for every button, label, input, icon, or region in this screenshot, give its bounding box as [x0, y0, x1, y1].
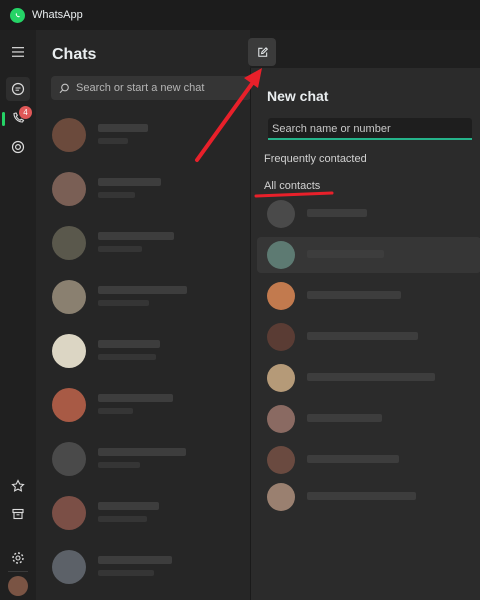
contact-avatar	[267, 241, 295, 269]
chat-name-redacted	[98, 394, 173, 402]
contact-name-redacted	[307, 291, 401, 299]
chat-list-item[interactable]	[36, 484, 250, 540]
chat-avatar	[52, 118, 86, 152]
chat-list-item[interactable]	[36, 214, 250, 270]
contact-name-redacted	[307, 209, 367, 217]
status-icon[interactable]	[6, 135, 30, 159]
contact-search-input[interactable]	[268, 118, 472, 140]
chat-search-placeholder: Search or start a new chat	[76, 82, 205, 94]
conversation-header-area	[290, 30, 480, 68]
chat-preview-redacted	[98, 408, 133, 414]
menu-icon[interactable]	[6, 40, 30, 64]
chat-name-redacted	[98, 232, 174, 240]
chat-preview-redacted	[98, 570, 154, 576]
chat-name-redacted	[98, 448, 186, 456]
contact-list-item[interactable]	[257, 401, 480, 437]
chat-list-item[interactable]	[36, 376, 250, 432]
contact-name-redacted	[307, 492, 416, 500]
chat-preview-redacted	[98, 354, 156, 360]
active-indicator	[2, 112, 5, 126]
contact-avatar	[267, 405, 295, 433]
title-bar: WhatsApp	[0, 0, 480, 30]
chats-title: Chats	[52, 46, 97, 63]
new-chat-button[interactable]	[248, 38, 276, 66]
chat-list-item[interactable]	[36, 430, 250, 486]
chat-preview-redacted	[98, 300, 149, 306]
contact-name-redacted	[307, 250, 384, 258]
chat-name-redacted	[98, 502, 159, 510]
rail-divider	[8, 571, 28, 572]
chat-list-item[interactable]	[36, 160, 250, 216]
contact-avatar	[267, 323, 295, 351]
contact-list-item[interactable]	[257, 442, 480, 478]
chat-avatar	[52, 280, 86, 314]
chat-list-item[interactable]	[36, 322, 250, 378]
app-title: WhatsApp	[32, 9, 83, 21]
contact-list-item[interactable]	[257, 237, 480, 273]
chats-icon[interactable]	[6, 77, 30, 101]
whatsapp-logo-icon	[10, 8, 25, 23]
chat-name-redacted	[98, 340, 160, 348]
profile-avatar[interactable]	[8, 576, 28, 596]
contact-list-item[interactable]	[257, 196, 480, 232]
contact-avatar	[267, 483, 295, 511]
chat-name-redacted	[98, 178, 161, 186]
archive-icon[interactable]	[6, 502, 30, 526]
chat-search-input[interactable]: Search or start a new chat	[51, 76, 251, 100]
search-icon	[59, 83, 69, 93]
chat-preview-redacted	[98, 246, 142, 252]
contact-name-redacted	[307, 414, 382, 422]
chat-avatar	[52, 442, 86, 476]
chat-preview-redacted	[98, 138, 128, 144]
contact-name-redacted	[307, 373, 435, 381]
chat-avatar	[52, 226, 86, 260]
all-contacts-label: All contacts	[264, 180, 321, 192]
contact-avatar	[267, 200, 295, 228]
contact-list-item[interactable]	[257, 360, 480, 396]
chat-avatar	[52, 334, 86, 368]
chat-preview-redacted	[98, 462, 140, 468]
chat-avatar	[52, 550, 86, 584]
chat-avatar	[52, 388, 86, 422]
chat-list-item[interactable]	[36, 106, 250, 162]
chat-name-redacted	[98, 286, 187, 294]
new-chat-panel: New chat Frequently contacted All contac…	[250, 68, 480, 600]
starred-icon[interactable]	[6, 474, 30, 498]
contact-search-field[interactable]	[268, 118, 472, 140]
compose-icon	[257, 46, 268, 57]
chat-avatar	[52, 172, 86, 206]
chats-panel: Chats Search or start a new chat	[36, 30, 251, 600]
chat-name-redacted	[98, 556, 172, 564]
chat-preview-redacted	[98, 516, 147, 522]
contact-list-item[interactable]	[257, 278, 480, 314]
settings-icon[interactable]	[6, 546, 30, 570]
contact-name-redacted	[307, 332, 418, 340]
chat-avatar	[52, 496, 86, 530]
chat-name-redacted	[98, 124, 148, 132]
contact-list-item[interactable]	[257, 479, 480, 515]
contact-name-redacted	[307, 455, 399, 463]
new-chat-title: New chat	[267, 88, 329, 104]
chat-preview-redacted	[98, 192, 135, 198]
contact-avatar	[267, 364, 295, 392]
chat-list-item[interactable]	[36, 268, 250, 324]
contact-list-item[interactable]	[257, 319, 480, 355]
chat-list-item[interactable]	[36, 538, 250, 594]
frequently-contacted-label: Frequently contacted	[264, 153, 367, 165]
contact-avatar	[267, 446, 295, 474]
contact-avatar	[267, 282, 295, 310]
calls-badge: 4	[19, 106, 32, 119]
